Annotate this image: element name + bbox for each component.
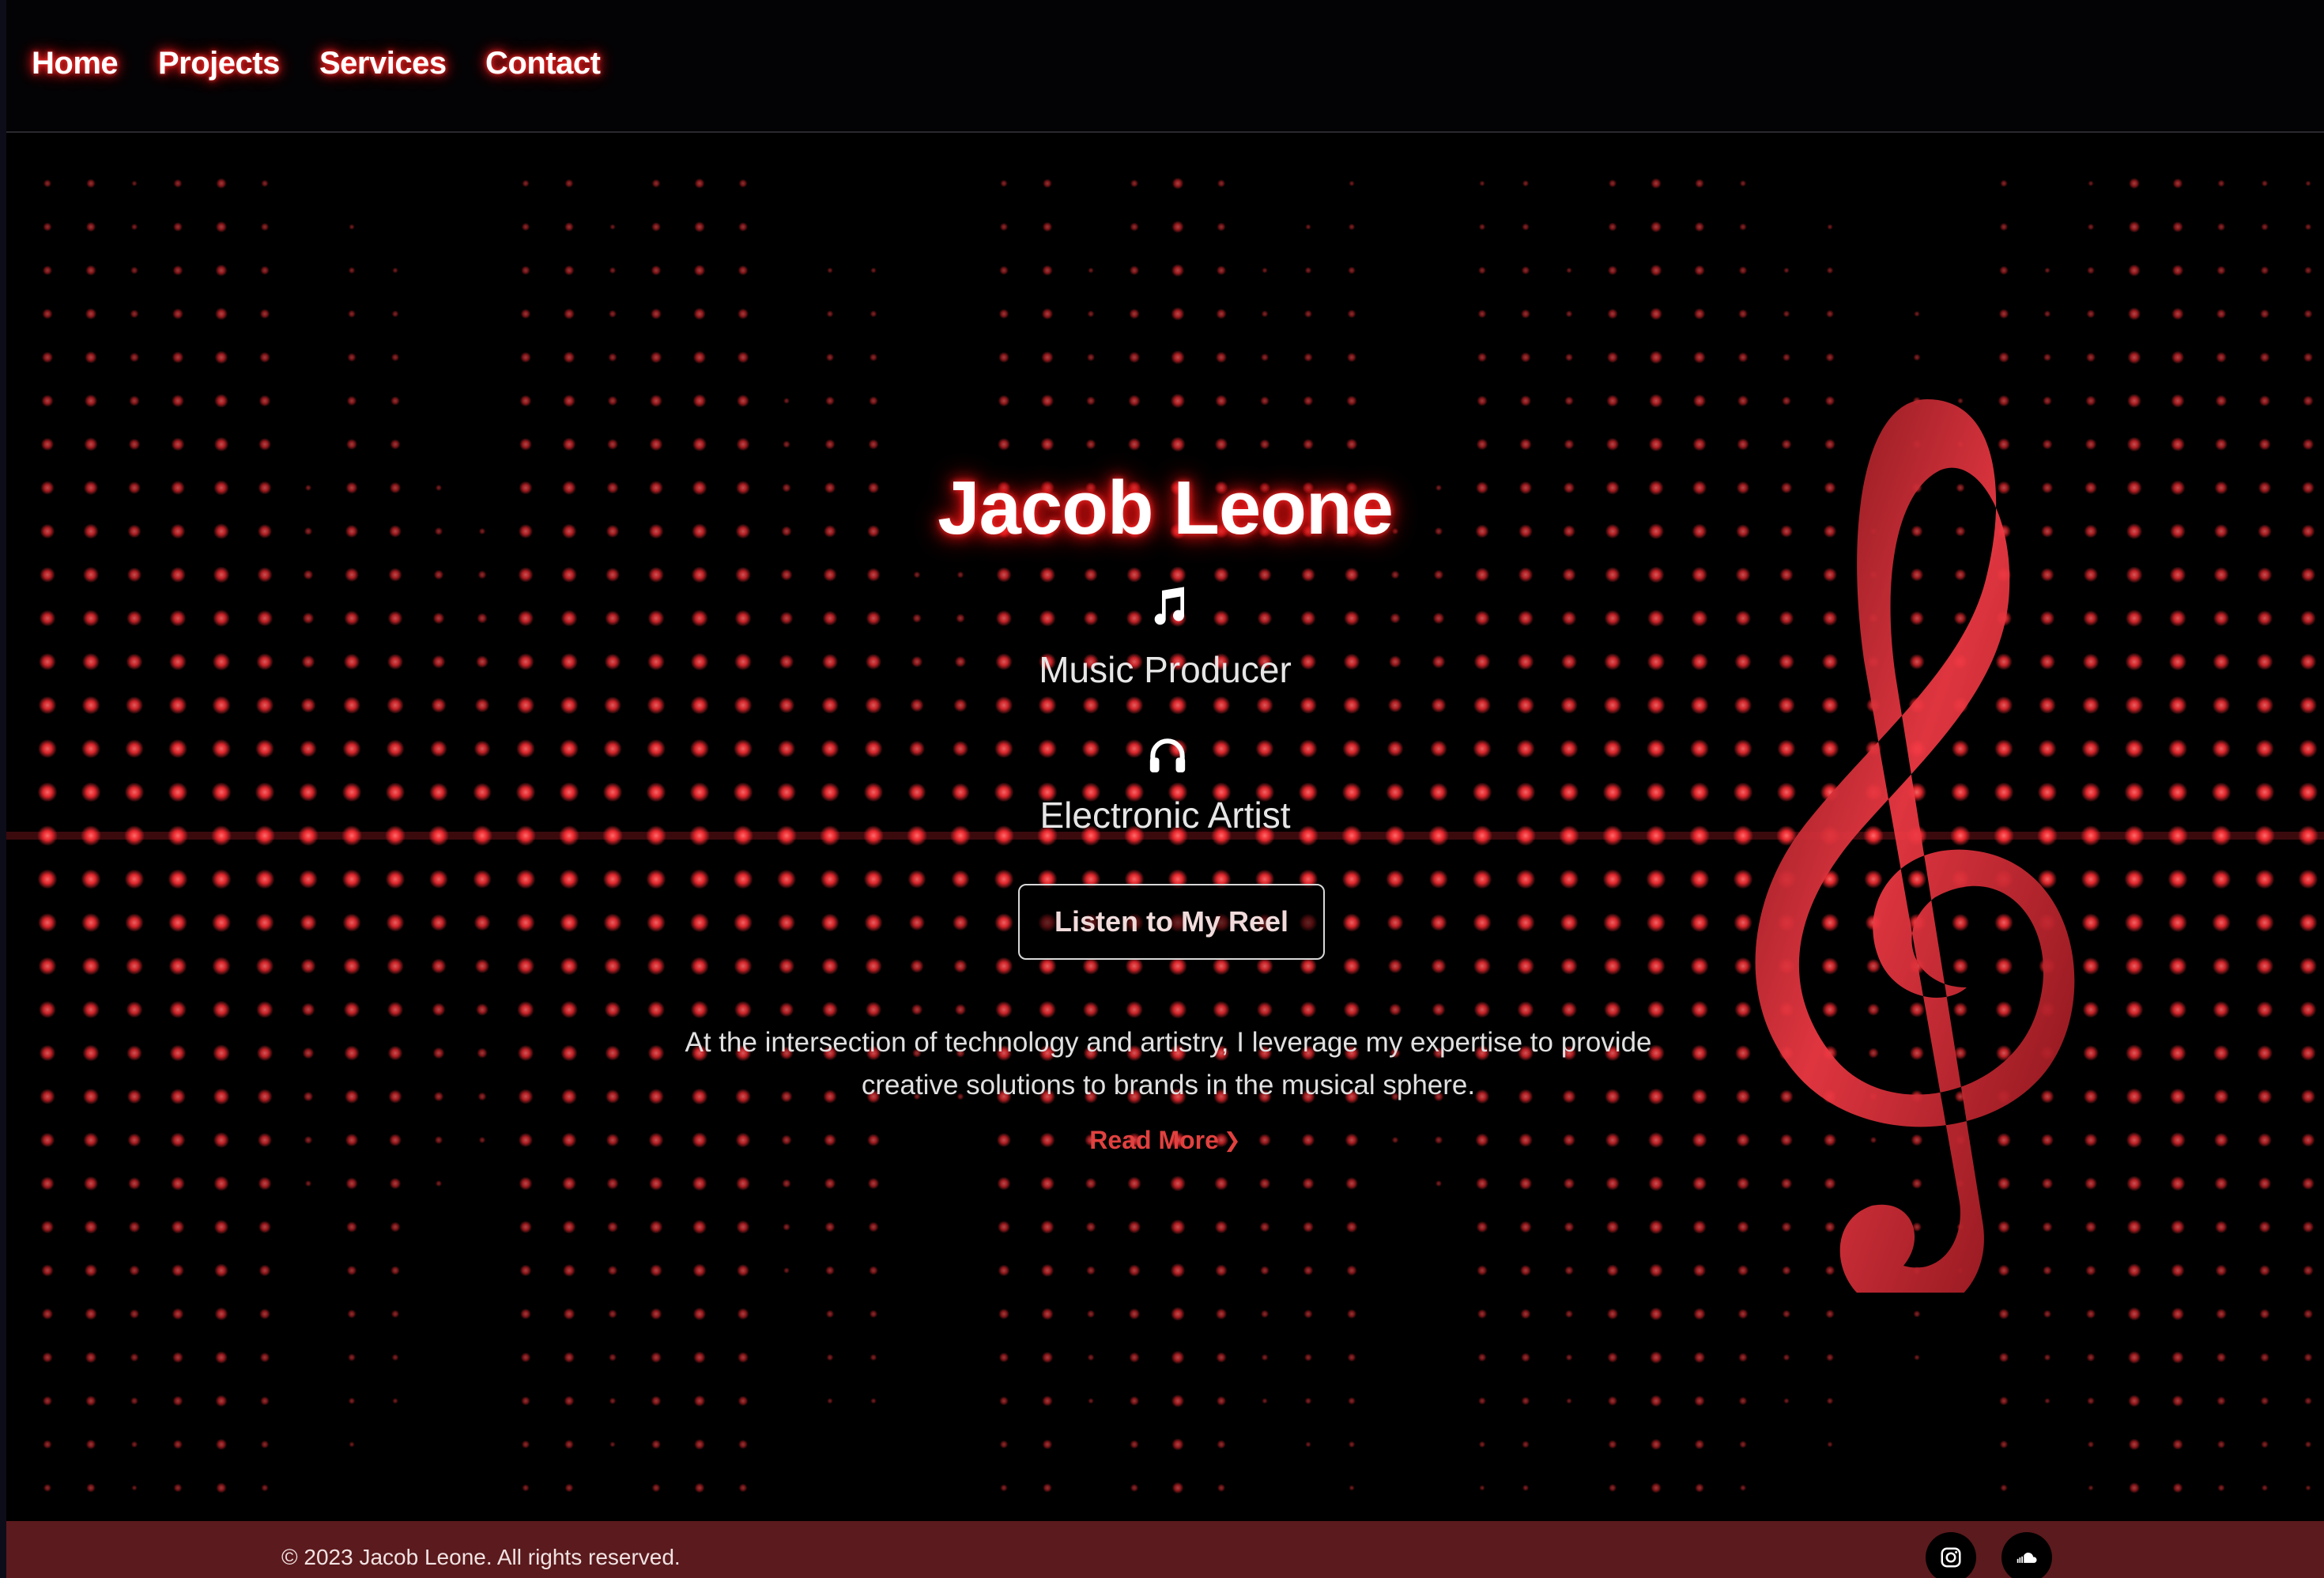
top-navigation: Home Projects Services Contact (6, 0, 2324, 133)
listen-to-reel-button[interactable]: Listen to My Reel (1018, 884, 1325, 960)
nav-home-link[interactable]: Home (32, 46, 119, 81)
nav-projects-link[interactable]: Projects (158, 46, 280, 81)
role-music-producer: Music Producer (1039, 649, 1292, 690)
hero-section: Jacob Leone Music Producer Electronic Ar… (6, 0, 2324, 1578)
role-electronic-artist: Electronic Artist (1039, 795, 1291, 836)
page: Home Projects Services Contact Jacob Leo… (6, 0, 2324, 1578)
about-text: At the intersection of technology and ar… (685, 1027, 1652, 1100)
nav-services-link[interactable]: Services (319, 46, 447, 81)
nav-contact-link[interactable]: Contact (485, 46, 601, 81)
read-more-link[interactable]: Read More ❯ (6, 1126, 2324, 1155)
headphones-icon (1145, 734, 1190, 778)
footer: © 2023 Jacob Leone. All rights reserved. (6, 1521, 2324, 1578)
hero-title: Jacob Leone (938, 466, 1394, 550)
chevron-down-icon: ❯ (1223, 1128, 1241, 1152)
read-more-label: Read More (1089, 1126, 1219, 1154)
instagram-button[interactable] (1926, 1532, 1976, 1578)
soundcloud-icon (2017, 1552, 2037, 1563)
soundcloud-button[interactable] (2001, 1532, 2052, 1578)
music-note-icon (1145, 585, 1190, 629)
copyright-text: © 2023 Jacob Leone. All rights reserved. (281, 1545, 681, 1569)
instagram-icon (1941, 1547, 1961, 1568)
